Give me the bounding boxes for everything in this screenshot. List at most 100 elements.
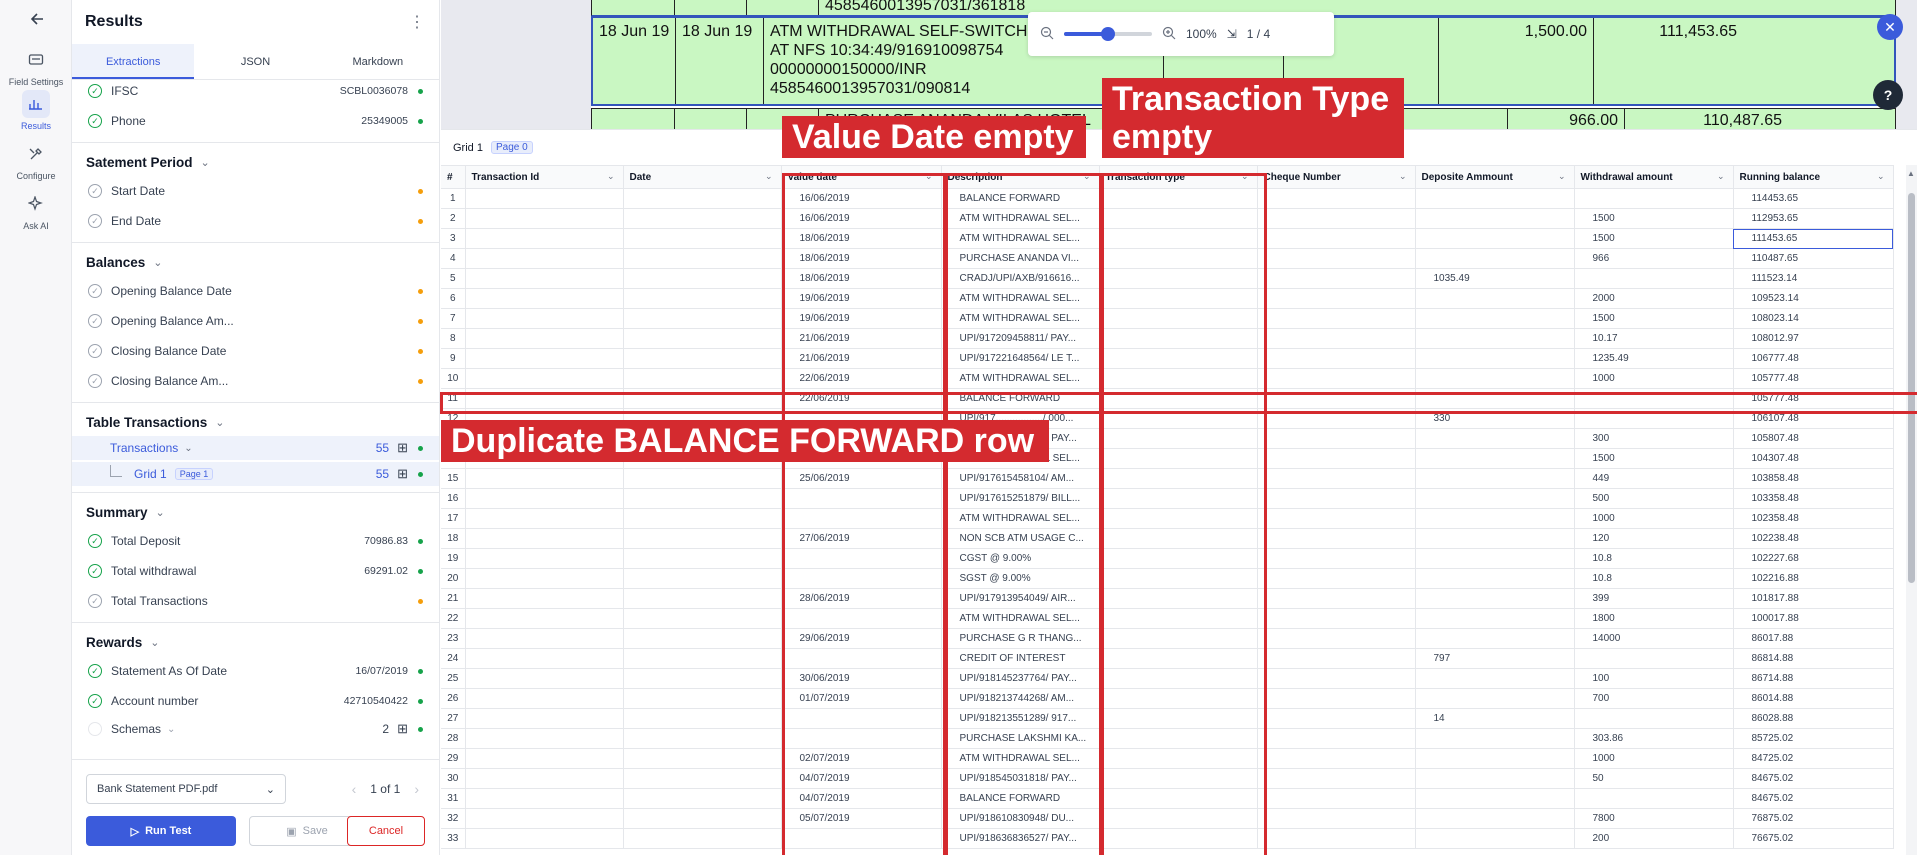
table-cell[interactable]: 10.8: [1574, 548, 1734, 569]
table-cell[interactable]: [623, 508, 782, 529]
table-row[interactable]: 8 21/06/2019 UPI/917209458811/ PAY... 10.17…: [441, 328, 1894, 349]
table-cell[interactable]: [465, 808, 624, 829]
table-cell[interactable]: [465, 708, 624, 729]
transaction-id-header[interactable]: Transaction Id ⌄: [465, 165, 624, 189]
table-cell[interactable]: BALANCE FORWARD: [941, 188, 1100, 209]
table-row[interactable]: 31 04/07/2019 BALANCE FORWARD 84675.02: [441, 788, 1894, 809]
table-cell[interactable]: [1257, 528, 1416, 549]
table-cell[interactable]: 100: [1574, 668, 1734, 689]
table-cell[interactable]: UPI/918145237764/ PAY...: [941, 668, 1100, 689]
cancel-button[interactable]: Cancel: [347, 816, 425, 846]
table-cell[interactable]: [781, 508, 942, 529]
table-cell[interactable]: [1099, 608, 1258, 629]
column-menu-icon[interactable]: ⌄: [1717, 171, 1725, 182]
table-row[interactable]: 2 16/06/2019 ATM WITHDRAWAL SEL... 1500 1129…: [441, 208, 1894, 229]
table-cell[interactable]: 86714.88: [1733, 668, 1894, 689]
table-cell[interactable]: [1257, 268, 1416, 289]
table-cell[interactable]: 300: [1574, 428, 1734, 449]
table-cell[interactable]: [1099, 488, 1258, 509]
table-cell[interactable]: [623, 788, 782, 809]
table-cell[interactable]: 500: [1574, 488, 1734, 509]
table-row[interactable]: 5 18/06/2019 CRADJ/UPI/AXB/916616... 1035.4…: [441, 268, 1894, 289]
table-cell[interactable]: [465, 788, 624, 809]
table-cell[interactable]: [1574, 408, 1734, 429]
table-row[interactable]: 4 18/06/2019 PURCHASE ANANDA VI... 966 11048…: [441, 248, 1894, 269]
table-cell[interactable]: 106777.48: [1733, 348, 1894, 369]
table-cell[interactable]: [1415, 488, 1575, 509]
table-cell[interactable]: [623, 748, 782, 769]
table-cell[interactable]: NON SCB ATM USAGE C...: [941, 528, 1100, 549]
table-cell[interactable]: [1415, 628, 1575, 649]
table-cell[interactable]: 86014.88: [1733, 688, 1894, 709]
table-cell[interactable]: [623, 568, 782, 589]
column-menu-icon[interactable]: ⌄: [765, 171, 773, 182]
table-cell[interactable]: [1257, 328, 1416, 349]
field-total-withdrawal[interactable]: ✓ Total withdrawal 69291.02: [72, 556, 439, 586]
table-row[interactable]: 21 28/06/2019 UPI/917913954049/ AIR... 399 1…: [441, 588, 1894, 609]
table-cell[interactable]: [1099, 768, 1258, 789]
table-cell[interactable]: [1099, 628, 1258, 649]
table-cell[interactable]: SGST @ 9.00%: [941, 568, 1100, 589]
help-icon[interactable]: ?: [1873, 80, 1903, 110]
table-cell[interactable]: 19/06/2019: [781, 308, 942, 329]
table-cell[interactable]: [1574, 648, 1734, 669]
table-cell[interactable]: ATM WITHDRAWAL SEL...: [941, 228, 1100, 249]
more-menu-icon[interactable]: ⋮: [409, 12, 425, 32]
table-cell[interactable]: [1099, 248, 1258, 269]
table-cell[interactable]: 106107.48: [1733, 408, 1894, 429]
table-cell[interactable]: [1257, 788, 1416, 809]
table-cell[interactable]: 86017.88: [1733, 628, 1894, 649]
table-cell[interactable]: 84675.02: [1733, 768, 1894, 789]
field-ifsc[interactable]: ✓ IFSC SCBL0036078: [72, 80, 439, 106]
table-cell[interactable]: [623, 608, 782, 629]
table-cell[interactable]: 1000: [1574, 748, 1734, 769]
table-cell[interactable]: 109523.14: [1733, 288, 1894, 309]
field-total-transactions[interactable]: ✓ Total Transactions: [72, 586, 439, 616]
zoom-out-icon[interactable]: [1040, 26, 1054, 43]
table-row[interactable]: 11 22/06/2019 BALANCE FORWARD 105777.48: [441, 388, 1894, 409]
table-cell[interactable]: PURCHASE G R THANG...: [941, 628, 1100, 649]
fit-screen-icon[interactable]: ⇲: [1227, 27, 1237, 41]
table-cell[interactable]: [623, 728, 782, 749]
table-cell[interactable]: [465, 248, 624, 269]
table-cell[interactable]: [1099, 368, 1258, 389]
tab-json[interactable]: JSON: [194, 44, 316, 79]
table-cell[interactable]: [623, 268, 782, 289]
table-row[interactable]: 16 UPI/917615251879/ BILL... 500 103358.48: [441, 488, 1894, 509]
table-cell[interactable]: [781, 828, 942, 849]
table-cell[interactable]: 14000: [1574, 628, 1734, 649]
table-row[interactable]: 19 CGST @ 9.00% 10.8 102227.68: [441, 548, 1894, 569]
table-cell[interactable]: 04/07/2019: [781, 788, 942, 809]
table-cell[interactable]: 30/06/2019: [781, 668, 942, 689]
cheque-number-header[interactable]: Cheque Number ⌄: [1257, 165, 1416, 189]
table-cell[interactable]: [1415, 388, 1575, 409]
field-closing-balance-date[interactable]: ✓ Closing Balance Date: [72, 336, 439, 366]
table-cell[interactable]: 104307.48: [1733, 448, 1894, 469]
table-cell[interactable]: 50: [1574, 768, 1734, 789]
table-cell[interactable]: 1500: [1574, 228, 1734, 249]
table-cell[interactable]: 76875.02: [1733, 808, 1894, 829]
table-cell[interactable]: [1415, 728, 1575, 749]
table-cell[interactable]: [1257, 288, 1416, 309]
table-cell[interactable]: ATM WITHDRAWAL SEL...: [941, 308, 1100, 329]
table-cell[interactable]: CGST @ 9.00%: [941, 548, 1100, 569]
table-cell[interactable]: [465, 668, 624, 689]
table-cell[interactable]: [465, 228, 624, 249]
table-cell[interactable]: 105777.48: [1733, 388, 1894, 409]
table-cell[interactable]: [1257, 608, 1416, 629]
table-cell[interactable]: 966: [1574, 248, 1734, 269]
table-cell[interactable]: [1099, 828, 1258, 849]
table-cell[interactable]: 100017.88: [1733, 608, 1894, 629]
table-cell[interactable]: [1257, 648, 1416, 669]
table-cell[interactable]: [1257, 428, 1416, 449]
table-cell[interactable]: [1257, 408, 1416, 429]
table-cell[interactable]: 22/06/2019: [781, 388, 942, 409]
table-cell[interactable]: [1099, 688, 1258, 709]
table-cell[interactable]: [465, 688, 624, 709]
table-cell[interactable]: [1574, 388, 1734, 409]
scrollbar-thumb[interactable]: [1908, 193, 1915, 583]
table-cell[interactable]: [465, 288, 624, 309]
table-cell[interactable]: [1099, 808, 1258, 829]
table-cell[interactable]: [781, 488, 942, 509]
rail-field-settings[interactable]: Field Settings: [0, 46, 72, 87]
